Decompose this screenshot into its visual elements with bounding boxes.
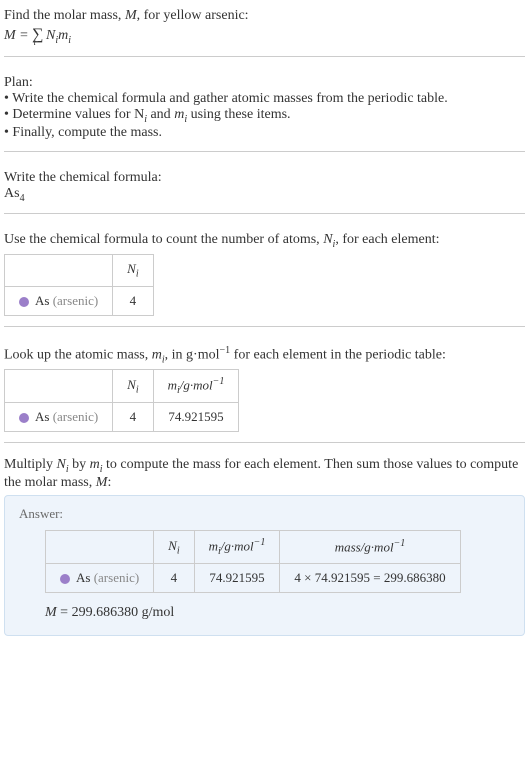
n-header: Ni [154, 530, 194, 563]
table-row: As (arsenic) 4 74.921595 [5, 403, 239, 432]
table-header-row: Ni [5, 255, 154, 287]
plan-item-3: • Finally, compute the mass. [4, 125, 525, 141]
intro-section: Find the molar mass, M, for yellow arsen… [4, 4, 525, 57]
formula-M: M [4, 28, 16, 43]
formula-m: m [58, 28, 68, 43]
chemformula-section: Write the chemical formula: As4 [4, 166, 525, 215]
blank-header [46, 530, 154, 563]
intro-M: M [125, 8, 137, 23]
intro-text-2: , for yellow arsenic: [137, 8, 249, 23]
plan-item-2: • Determine values for Ni and mi using t… [4, 107, 525, 125]
chemformula-title: Write the chemical formula: [4, 170, 525, 186]
plan-item-2a: • Determine values for N [4, 107, 144, 122]
mult-M: M [96, 475, 108, 490]
mult-pre: Multiply [4, 457, 57, 472]
count-title: Use the chemical formula to count the nu… [4, 232, 525, 250]
plan-item-2b: and [147, 107, 174, 122]
count-table: Ni As (arsenic) 4 [4, 254, 154, 316]
mult-N: N [57, 457, 66, 472]
element-symbol: As [35, 409, 49, 424]
n-value: 4 [113, 403, 153, 432]
table-row: As (arsenic) 4 [5, 286, 154, 315]
plan-section: Plan: • Write the chemical formula and g… [4, 71, 525, 152]
element-dot-icon [60, 574, 70, 584]
table-header-row: Ni mi/g·mol−1 mass/g·mol−1 [46, 530, 461, 563]
mass-header: mass/g·mol−1 [280, 530, 460, 563]
n-value: 4 [113, 286, 153, 315]
lookup-post: for each element in the periodic table: [230, 347, 446, 362]
lookup-section: Look up the atomic mass, mi, in g·mol−1 … [4, 341, 525, 443]
answer-table: Ni mi/g·mol−1 mass/g·mol−1 As (arsenic) … [45, 530, 461, 593]
lookup-exp: −1 [220, 345, 231, 356]
multiply-title: Multiply Ni by mi to compute the mass fo… [4, 457, 525, 491]
count-title-pre: Use the chemical formula to count the nu… [4, 232, 323, 247]
mass-value: 4 × 74.921595 = 299.686380 [280, 563, 460, 592]
multiply-section: Multiply Ni by mi to compute the mass fo… [4, 457, 525, 636]
plan-item-2c: using these items. [187, 107, 290, 122]
answer-label: Answer: [19, 506, 510, 522]
blank-header [5, 255, 113, 287]
chem-subscript: 4 [20, 192, 25, 203]
plan-item-1: • Write the chemical formula and gather … [4, 91, 525, 107]
count-section: Use the chemical formula to count the nu… [4, 228, 525, 326]
mult-post2: : [107, 475, 111, 490]
count-title-N: N [323, 232, 332, 247]
chem-symbol: As [4, 186, 20, 201]
formula-eq: = [16, 28, 32, 43]
table-row: As (arsenic) 4 74.921595 4 × 74.921595 =… [46, 563, 461, 592]
element-name: (arsenic) [53, 409, 98, 424]
m-header: mi/g·mol−1 [194, 530, 280, 563]
formula-N: N [46, 28, 55, 43]
plan-m: m [174, 107, 184, 122]
count-title-post: , for each element: [335, 232, 439, 247]
intro-text-1: Find the molar mass, [4, 8, 125, 23]
intro-line: Find the molar mass, M, for yellow arsen… [4, 8, 525, 24]
n-header: Ni [113, 255, 153, 287]
element-cell: As (arsenic) [5, 403, 113, 432]
element-dot-icon [19, 297, 29, 307]
element-symbol: As [35, 293, 49, 308]
n-header: Ni [113, 370, 153, 403]
element-name: (arsenic) [53, 293, 98, 308]
element-name: (arsenic) [94, 570, 139, 585]
formula-mi: i [68, 35, 71, 46]
chemformula-value: As4 [4, 186, 525, 204]
m-value: 74.921595 [153, 403, 239, 432]
lookup-mid: , in g·mol [165, 347, 220, 362]
plan-title: Plan: [4, 75, 525, 91]
element-cell: As (arsenic) [46, 563, 154, 592]
element-dot-icon [19, 413, 29, 423]
lookup-m: m [152, 347, 162, 362]
mult-mid: by [69, 457, 90, 472]
lookup-title: Look up the atomic mass, mi, in g·mol−1 … [4, 345, 525, 365]
table-header-row: Ni mi/g·mol−1 [5, 370, 239, 403]
n-value: 4 [154, 563, 194, 592]
result-M: M [45, 605, 57, 620]
answer-box: Answer: Ni mi/g·mol−1 mass/g·mol−1 As (a… [4, 495, 525, 636]
m-value: 74.921595 [194, 563, 280, 592]
lookup-pre: Look up the atomic mass, [4, 347, 152, 362]
m-header: mi/g·mol−1 [153, 370, 239, 403]
lookup-table: Ni mi/g·mol−1 As (arsenic) 4 74.921595 [4, 369, 239, 432]
molar-mass-result: M = 299.686380 g/mol [45, 605, 510, 621]
blank-header [5, 370, 113, 403]
element-symbol: As [76, 570, 90, 585]
result-value: = 299.686380 g/mol [57, 605, 175, 620]
mult-m: m [90, 457, 100, 472]
sum-index: i [34, 37, 37, 47]
element-cell: As (arsenic) [5, 286, 113, 315]
molar-mass-formula: M = ∑iNimi [4, 26, 525, 46]
